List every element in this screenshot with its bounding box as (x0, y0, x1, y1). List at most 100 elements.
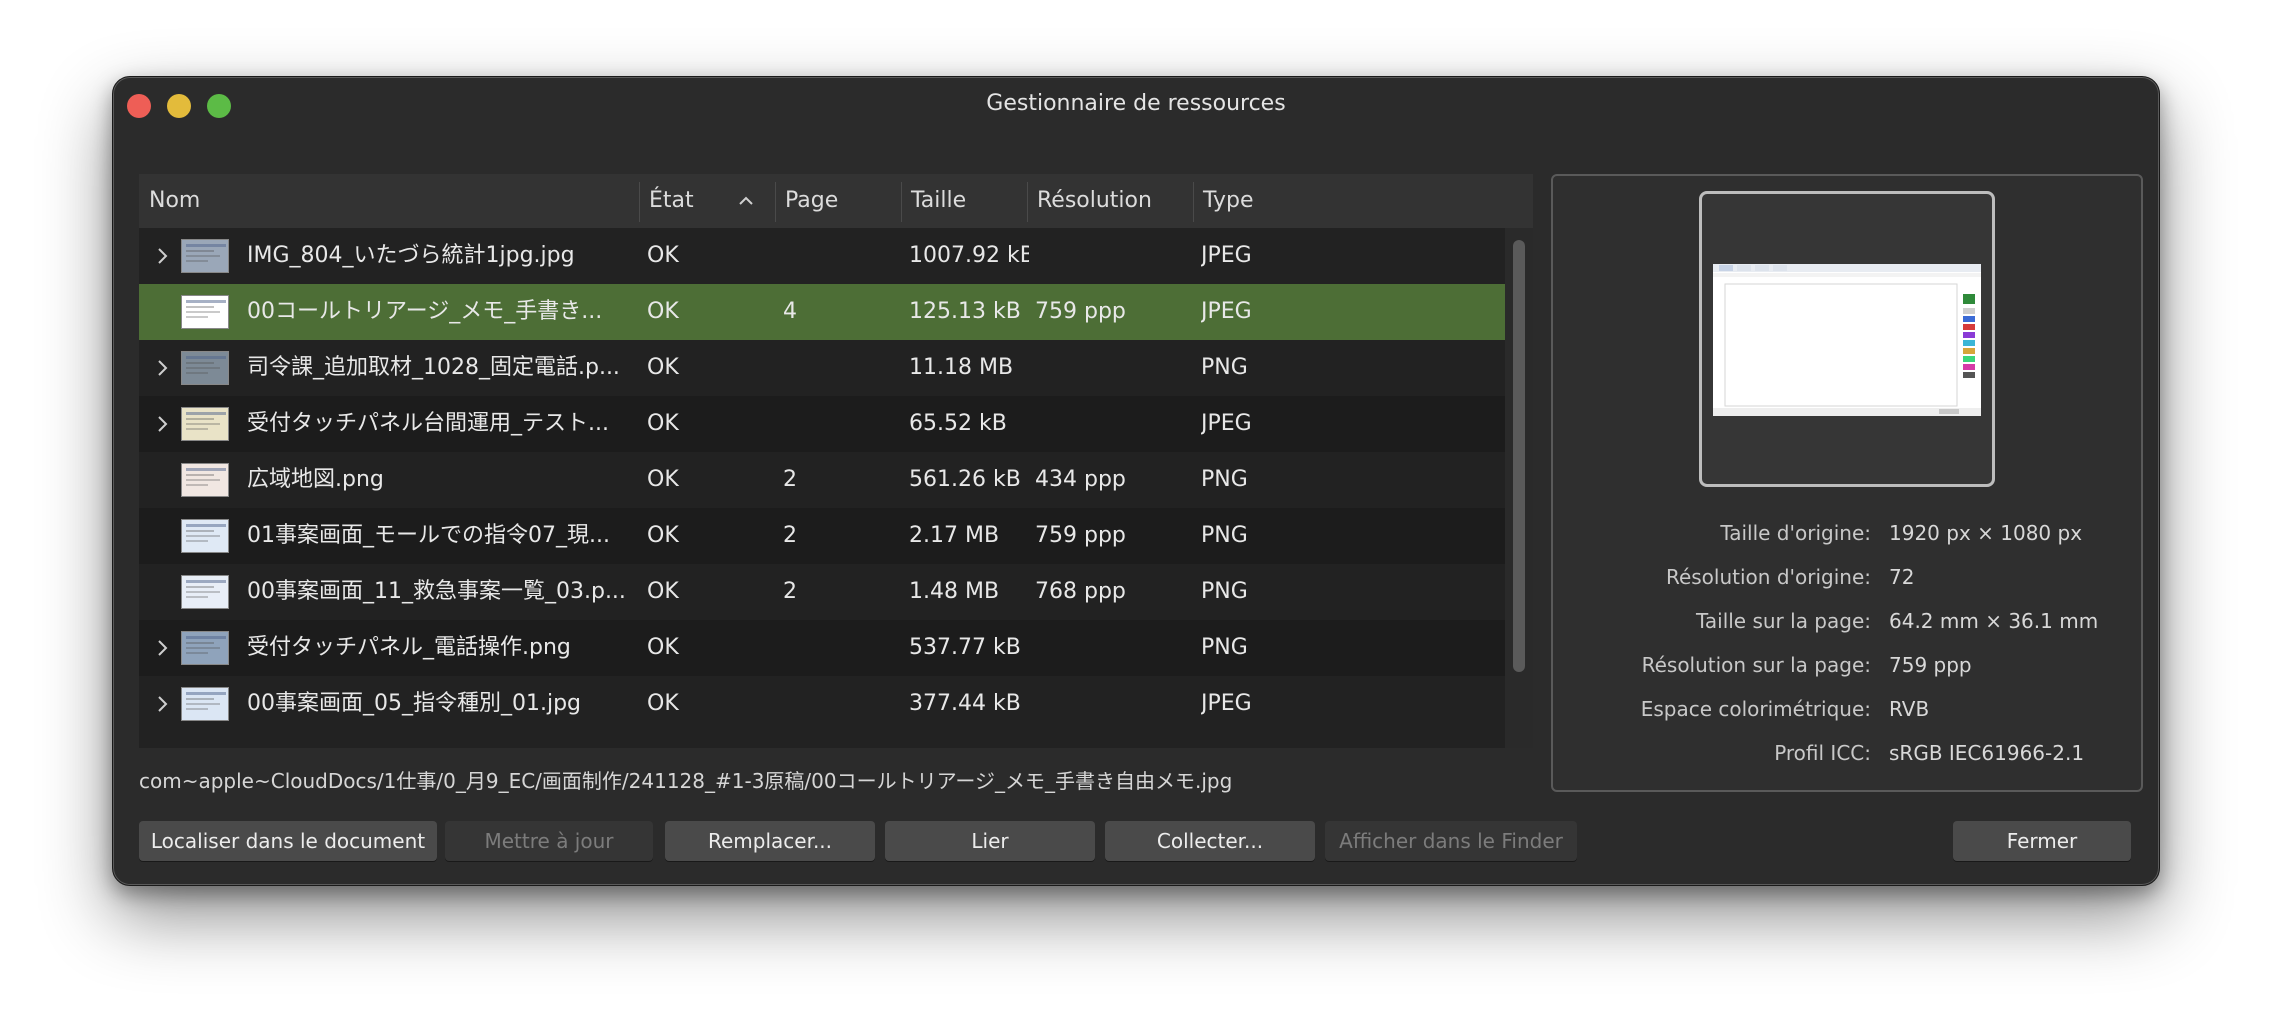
file-path: com~apple~CloudDocs/1仕事/0_月9_EC/画面制作/241… (139, 769, 1233, 793)
icc-profile-value: sRGB IEC61966-2.1 (1889, 741, 2085, 765)
table-row[interactable]: 00コールトリアージ_メモ_手書き... OK 4 125.13 kB 759 ppp J… (139, 284, 1505, 340)
table-row[interactable]: IMG_804_いたづら統計1jpg.jpg OK 1007.92 kB JPEG (139, 228, 1505, 284)
disclosure-chevron-icon[interactable] (157, 359, 169, 377)
cell-name: 受付タッチパネル台間運用_テスト... (247, 411, 609, 436)
disclosure-chevron-icon[interactable] (157, 247, 169, 265)
table-row[interactable]: 広域地図.png OK 2 561.26 kB 434 ppp PNG (139, 452, 1505, 508)
cell-resolution (1035, 228, 1185, 284)
cell-size: 2.17 MB (909, 523, 1000, 548)
file-thumbnail (181, 295, 229, 329)
cell-name: 広域地図.png (247, 467, 384, 492)
column-header-resolution[interactable]: Résolution sur (1027, 174, 1193, 267)
page-size-value: 64.2 mm × 36.1 mm (1889, 609, 2099, 633)
cell-page: 2 (783, 467, 797, 492)
cell-page (783, 396, 893, 452)
cell-page: 2 (783, 579, 797, 604)
titlebar: Gestionnaire de ressources (113, 77, 2159, 133)
cell-type: JPEG (1201, 243, 1252, 268)
cell-name: 司令課_追加取材_1028_固定電話.p... (247, 355, 620, 380)
cell-state: OK (647, 355, 679, 380)
table-row[interactable]: 受付タッチパネル台間運用_テスト... OK 65.52 kB JPEG (139, 396, 1505, 452)
resource-manager-window: Gestionnaire de ressources Nom État Page… (112, 76, 2160, 886)
link-button[interactable]: Lier (885, 821, 1095, 861)
collect-button[interactable]: Collecter... (1105, 821, 1315, 861)
column-header-state-label: État (649, 188, 694, 213)
file-thumbnail (181, 575, 229, 609)
cell-state: OK (647, 411, 679, 436)
disclosure-chevron-icon[interactable] (157, 639, 169, 657)
cell-name: 00事案画面_05_指令種別_01.jpg (247, 691, 582, 716)
table-row[interactable]: 司令課_追加取材_1028_固定電話.p... OK 11.18 MB PNG (139, 340, 1505, 396)
original-resolution-label: Résolution d'origine: (1665, 565, 1871, 589)
cell-name: 01事案画面_モールでの指令07_現... (247, 523, 610, 548)
preview-frame (1699, 191, 1995, 487)
cell-type: PNG (1201, 579, 1248, 604)
table-row[interactable]: 00事案画面_05_指令種別_01.jpg OK 377.44 kB JPEG (139, 676, 1505, 732)
table-header: Nom État Page Taille Résolution sur Type (139, 174, 1533, 267)
file-thumbnail (181, 463, 229, 497)
vertical-scrollbar[interactable] (1505, 228, 1533, 748)
cell-type: PNG (1201, 523, 1248, 548)
preview-image-graphic (1713, 264, 1981, 416)
cell-resolution (1035, 340, 1185, 396)
table-row[interactable]: 受付タッチパネル_電話操作.png OK 537.77 kB PNG (139, 620, 1505, 676)
locate-in-document-button[interactable]: Localiser dans le document (139, 821, 437, 861)
column-header-page[interactable]: Page (775, 174, 901, 228)
cell-type: PNG (1201, 635, 1248, 660)
replace-button[interactable]: Remplacer... (665, 821, 875, 861)
show-in-finder-button[interactable]: Afficher dans le Finder (1325, 821, 1577, 861)
cell-size: 377.44 kB (909, 691, 1021, 716)
cell-resolution: 434 ppp (1035, 467, 1126, 492)
cell-page (783, 228, 893, 284)
cell-size: 1.48 MB (909, 579, 1000, 604)
cell-type: PNG (1201, 467, 1248, 492)
cell-page (783, 676, 893, 732)
cell-size: 125.13 kB (909, 299, 1021, 324)
cell-resolution: 759 ppp (1035, 299, 1126, 324)
cell-size: 65.52 kB (909, 411, 1007, 436)
cell-type: JPEG (1201, 411, 1252, 436)
cell-state: OK (647, 467, 679, 492)
table-row[interactable]: 00事案画面_11_救急事案一覧_03.p... OK 2 1.48 MB 768 pp… (139, 564, 1505, 620)
update-button[interactable]: Mettre à jour (445, 821, 653, 861)
original-size-value: 1920 px × 1080 px (1889, 521, 2083, 545)
colorspace-label: Espace colorimétrique: (1640, 697, 1871, 721)
file-thumbnail (181, 631, 229, 665)
window-title: Gestionnaire de ressources (986, 91, 1286, 116)
preview-panel: Taille d'origine: 1920 px × 1080 px Réso… (1551, 174, 2143, 792)
table-body: IMG_804_いたづら統計1jpg.jpg OK 1007.92 kB JPEG 00… (139, 228, 1505, 748)
original-size-label: Taille d'origine: (1720, 521, 1871, 545)
column-header-size[interactable]: Taille (901, 174, 1027, 228)
scrollbar-thumb[interactable] (1513, 240, 1525, 672)
disclosure-chevron-icon[interactable] (157, 415, 169, 433)
cell-type: PNG (1201, 355, 1248, 380)
icc-profile-label: Profil ICC: (1774, 741, 1871, 765)
cell-size: 1007.92 kB (909, 243, 1029, 268)
cell-state: OK (647, 691, 679, 716)
cell-size: 561.26 kB (909, 467, 1021, 492)
disclosure-chevron-icon[interactable] (157, 695, 169, 713)
cell-name: IMG_804_いたづら統計1jpg.jpg (247, 243, 575, 268)
cell-type: JPEG (1201, 691, 1252, 716)
cell-page (783, 620, 893, 676)
cell-resolution: 759 ppp (1035, 523, 1126, 548)
file-thumbnail (181, 687, 229, 721)
preview-thumbnail (1713, 264, 1981, 416)
close-button[interactable]: Fermer (1953, 821, 2131, 861)
cell-state: OK (647, 299, 679, 324)
table-row[interactable]: 01事案画面_モールでの指令07_現... OK 2 2.17 MB 759 ppp PN… (139, 508, 1505, 564)
column-header-name[interactable]: Nom (139, 174, 639, 228)
cell-resolution (1035, 676, 1185, 732)
column-header-type[interactable]: Type (1193, 174, 1313, 228)
table-row[interactable] (139, 732, 1505, 748)
cell-name: 00コールトリアージ_メモ_手書き... (247, 299, 603, 324)
cell-page: 2 (783, 523, 797, 548)
cell-state: OK (647, 579, 679, 604)
page-size-label: Taille sur la page: (1695, 609, 1871, 633)
file-thumbnail (181, 407, 229, 441)
column-header-state[interactable]: État (639, 174, 775, 228)
cell-size: 537.77 kB (909, 635, 1021, 660)
cell-size: 11.18 MB (909, 355, 1014, 380)
cell-state: OK (647, 523, 679, 548)
page-resolution-label: Résolution sur la page: (1641, 653, 1871, 677)
